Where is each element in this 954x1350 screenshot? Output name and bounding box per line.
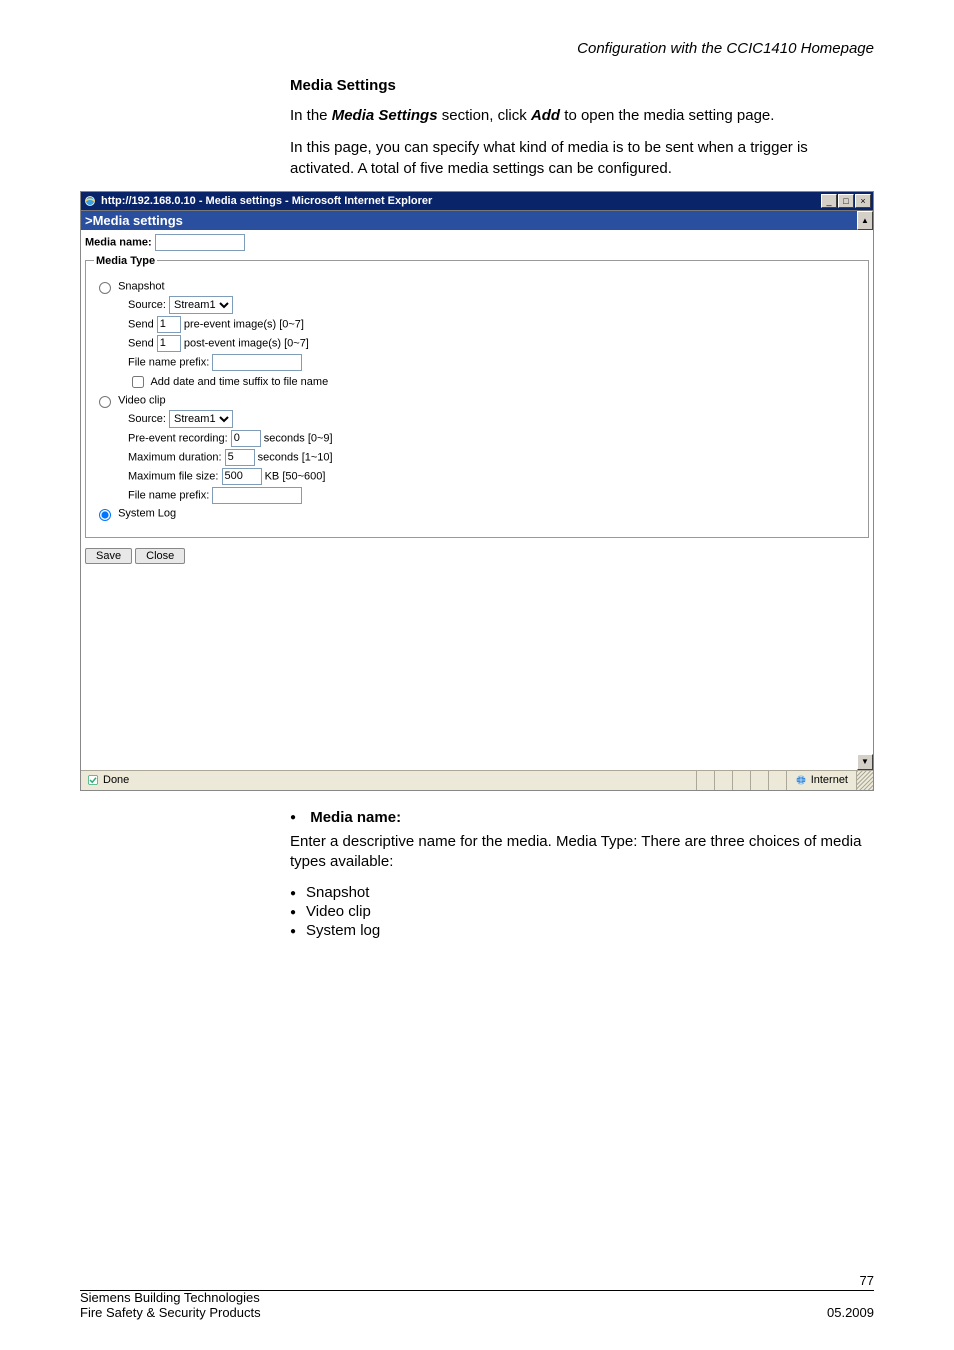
prerec-label: Pre-event recording: [128,432,228,444]
post-event-suffix: post-event image(s) [0~7] [184,337,309,349]
snapshot-source-select[interactable]: Stream1 [169,296,233,314]
close-window-button[interactable]: × [855,194,871,208]
text-bold: Add [531,107,560,124]
text: In the [290,107,332,124]
send-label-post: Send [128,337,154,349]
form-area: Media name: Media Type Snapshot Source: … [81,230,873,770]
maximize-button[interactable]: □ [838,194,854,208]
footer-left-1: Siemens Building Technologies [80,1290,260,1305]
video-source-select[interactable]: Stream1 [169,410,233,428]
status-bar: Done Internet [81,770,873,790]
footer-left-2: Fire Safety & Security Products [80,1305,261,1320]
video-prefix-input[interactable] [212,487,302,504]
media-type-legend: Media Type [94,255,157,267]
status-cell [751,771,769,790]
status-cell [715,771,733,790]
add-datetime-label: Add date and time suffix to file name [150,376,328,388]
titlebar: http://192.168.0.10 - Media settings - M… [81,192,873,210]
media-name-input[interactable] [155,234,245,251]
snapshot-prefix-input[interactable] [212,354,302,371]
status-cell [697,771,715,790]
page-footer: 77 Siemens Building Technologies Fire Sa… [80,1290,874,1320]
post-event-input[interactable] [157,335,181,352]
snapshot-source-label: Source: [128,299,166,311]
text: to open the media setting page. [560,107,774,124]
page-header-right: Configuration with the CCIC1410 Homepage [80,40,874,57]
pre-event-input[interactable] [157,316,181,333]
maxdur-input[interactable] [225,449,255,466]
text-bold: Media Settings [332,107,438,124]
snapshot-label: Snapshot [118,280,164,292]
maxdur-suffix: seconds [1~10] [258,451,333,463]
banner-text: >Media settings [85,213,183,228]
text: section, click [438,107,531,124]
list-item: System log [290,922,874,939]
status-done-text: Done [103,774,129,786]
snapshot-radio[interactable] [99,282,111,294]
status-zone-text: Internet [811,774,848,786]
send-label-pre: Send [128,318,154,330]
scroll-down-button[interactable]: ▼ [857,754,873,770]
media-name-para: Enter a descriptive name for the media. … [290,832,874,873]
media-type-fieldset: Media Type Snapshot Source: Stream1 Send… [85,255,869,538]
ie-window: http://192.168.0.10 - Media settings - M… [80,191,874,791]
close-button[interactable]: Close [135,548,185,564]
page-number: 77 [80,1273,874,1288]
snapshot-prefix-label: File name prefix: [128,356,209,368]
save-button[interactable]: Save [85,548,132,564]
videoclip-radio[interactable] [99,396,111,408]
prerec-suffix: seconds [0~9] [264,432,333,444]
maxdur-label: Maximum duration: [128,451,222,463]
status-cell [769,771,787,790]
footer-right-2: 05.2009 [827,1305,874,1320]
scroll-up-button[interactable]: ▲ [857,211,873,230]
done-icon [87,774,99,786]
media-name-label: Media name: [85,236,152,248]
videoclip-label: Video clip [118,394,166,406]
systemlog-radio[interactable] [99,509,111,521]
add-datetime-checkbox[interactable] [132,376,144,388]
ie-icon [83,194,97,208]
maxsize-label: Maximum file size: [128,470,218,482]
page-banner: >Media settings ▲ [81,210,873,230]
list-item: Snapshot [290,884,874,901]
prerec-input[interactable] [231,430,261,447]
maxsize-suffix: KB [50~600] [265,470,326,482]
systemlog-label: System Log [118,507,176,519]
list-item: Video clip [290,903,874,920]
window-title: http://192.168.0.10 - Media settings - M… [101,195,821,207]
status-cell [733,771,751,790]
video-prefix-label: File name prefix: [128,489,209,501]
intro-para-1: In the Media Settings section, click Add… [290,106,874,126]
internet-zone-icon [795,774,807,786]
video-source-label: Source: [128,413,166,425]
section-title: Media Settings [290,77,874,94]
resize-grip-icon[interactable] [857,771,873,790]
pre-event-suffix: pre-event image(s) [0~7] [184,318,304,330]
media-name-heading: Media name: [290,809,874,826]
maxsize-input[interactable] [222,468,262,485]
intro-para-2: In this page, you can specify what kind … [290,138,874,179]
minimize-button[interactable]: _ [821,194,837,208]
